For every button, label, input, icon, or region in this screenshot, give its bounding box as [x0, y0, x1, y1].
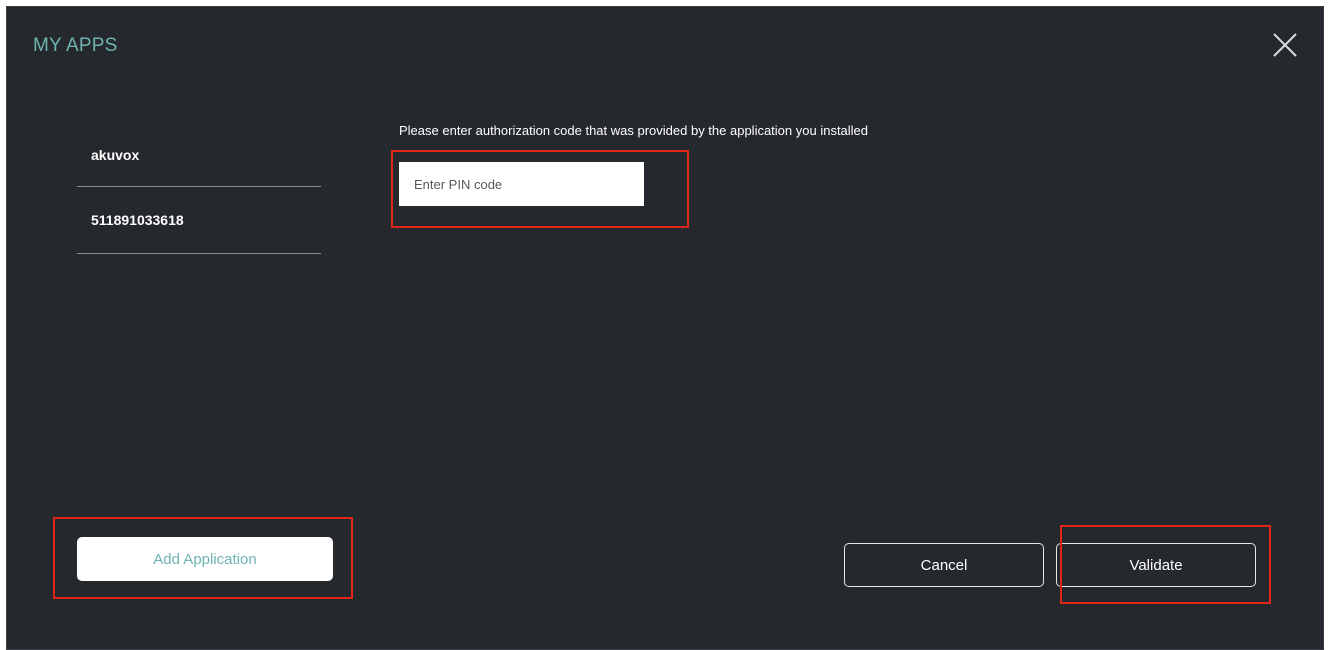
sidebar-item-app-id[interactable]: 511891033618	[77, 187, 321, 254]
validate-button[interactable]: Validate	[1056, 543, 1256, 587]
close-icon	[1273, 33, 1297, 57]
close-button[interactable]	[1269, 29, 1301, 61]
my-apps-dialog: MY APPS akuvox 511891033618 Please enter…	[6, 6, 1324, 650]
dialog-title: MY APPS	[33, 35, 118, 56]
authorization-prompt: Please enter authorization code that was…	[399, 123, 869, 138]
sidebar-item-akuvox[interactable]: akuvox	[77, 127, 321, 187]
add-application-button[interactable]: Add Application	[77, 537, 333, 581]
pin-code-input[interactable]	[399, 162, 644, 206]
cancel-button[interactable]: Cancel	[844, 543, 1044, 587]
sidebar-item-label: 511891033618	[91, 212, 184, 228]
sidebar-item-label: akuvox	[91, 147, 140, 163]
